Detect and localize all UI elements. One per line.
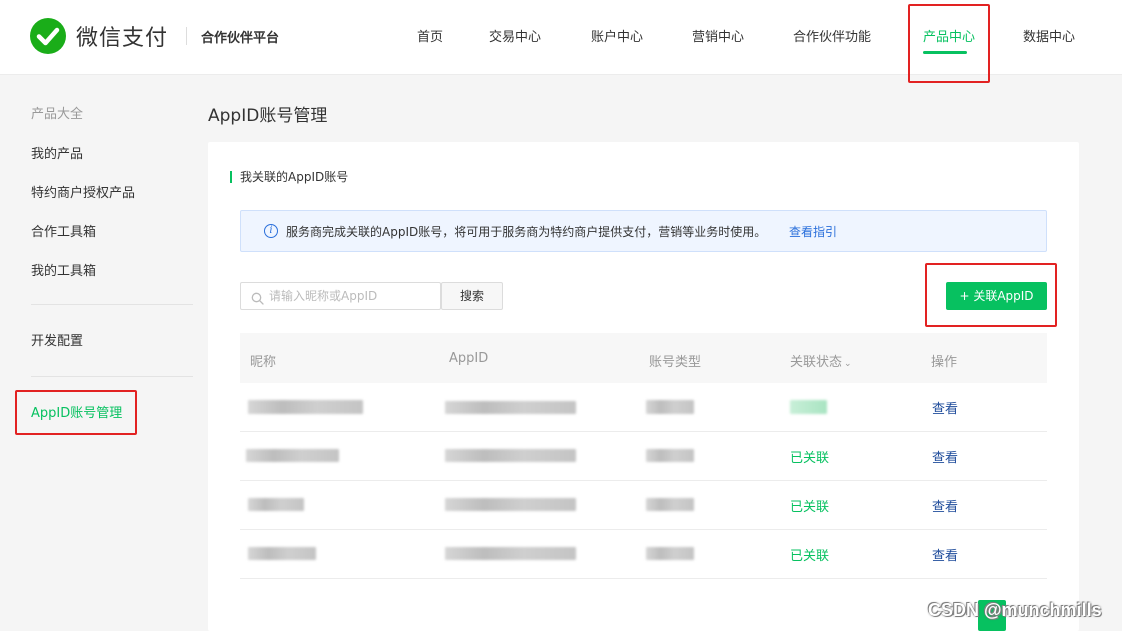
redacted-appid: [445, 401, 576, 414]
sidebar-item-my-products[interactable]: 我的产品: [31, 143, 83, 162]
column-header-appid: AppID: [449, 351, 489, 366]
logo-divider: [186, 27, 188, 45]
redacted-account-type: [646, 400, 694, 414]
redacted-appid: [445, 547, 576, 560]
column-header-account-type: 账号类型: [649, 355, 702, 370]
sidebar-group-title: 产品大全: [31, 107, 84, 122]
table-row: 已关联 查看: [240, 481, 1047, 530]
logo-text: 微信支付: [76, 26, 169, 51]
nav-data[interactable]: 数据中心: [1023, 26, 1075, 45]
redacted-status: [790, 400, 827, 414]
column-header-status[interactable]: 关联状态 ⌄: [790, 351, 852, 370]
column-header-action: 操作: [931, 355, 958, 370]
search-input[interactable]: [269, 284, 437, 308]
sidebar-item-my-toolbox[interactable]: 我的工具箱: [31, 260, 96, 279]
view-link[interactable]: 查看: [932, 545, 958, 564]
nav-transactions[interactable]: 交易中心: [489, 26, 541, 45]
highlight-box-sidebar: [15, 390, 137, 435]
redacted-nickname: [248, 547, 316, 560]
info-icon: i: [264, 224, 278, 238]
view-link[interactable]: 查看: [932, 496, 958, 515]
wechat-pay-logo-icon: [30, 18, 66, 54]
section-title: 我关联的AppID账号: [240, 170, 349, 184]
status-text: 已关联: [790, 549, 830, 564]
sidebar-divider: [31, 376, 193, 377]
redacted-account-type: [646, 547, 694, 560]
notice-text: 服务商完成关联的AppID账号，将可用于服务商为特约商户提供支付，营销等业务时使…: [286, 225, 767, 239]
redacted-account-type: [646, 498, 694, 511]
column-header-nickname: 昵称: [250, 355, 277, 370]
redacted-appid: [445, 498, 576, 511]
redacted-account-type: [646, 449, 694, 462]
nav-partner-functions[interactable]: 合作伙伴功能: [793, 26, 871, 45]
table-header: 昵称 AppID 账号类型 关联状态 ⌄ 操作: [240, 333, 1047, 383]
wechat-pay-logo[interactable]: 微信支付 合作伙伴平台: [30, 18, 279, 54]
highlight-box-nav: [908, 4, 990, 83]
search-field[interactable]: [240, 282, 441, 310]
sidebar-item-partner-toolbox[interactable]: 合作工具箱: [31, 221, 96, 240]
watermark: CSDN @munchmills: [928, 600, 1102, 620]
highlight-box-add-button: [925, 263, 1057, 327]
search-button[interactable]: 搜索: [441, 282, 503, 310]
view-guide-link[interactable]: 查看指引: [789, 223, 837, 240]
view-link[interactable]: 查看: [932, 447, 958, 466]
platform-label: 合作伙伴平台: [201, 30, 280, 46]
view-link[interactable]: 查看: [932, 398, 958, 417]
search-icon: [251, 290, 264, 309]
nav-home[interactable]: 首页: [417, 26, 443, 45]
sidebar-item-authorized-products[interactable]: 特约商户授权产品: [31, 182, 135, 201]
nav-marketing[interactable]: 营销中心: [692, 26, 744, 45]
status-text: 已关联: [790, 500, 830, 515]
info-notice: i 服务商完成关联的AppID账号，将可用于服务商为特约商户提供支付，营销等业务…: [240, 210, 1047, 252]
redacted-appid: [445, 449, 576, 462]
status-text: 已关联: [790, 451, 830, 466]
redacted-nickname: [248, 498, 304, 511]
redacted-nickname: [248, 400, 363, 414]
status-header-label: 关联状态: [790, 355, 843, 370]
table-row: 查看: [240, 383, 1047, 432]
redacted-nickname: [246, 449, 339, 462]
chevron-down-icon: ⌄: [844, 359, 852, 369]
sidebar-item-dev-config[interactable]: 开发配置: [31, 330, 83, 349]
table-row: 已关联 查看: [240, 432, 1047, 481]
page-title: AppID账号管理: [208, 106, 328, 126]
sidebar-divider: [31, 304, 193, 305]
table-row: 已关联 查看: [240, 530, 1047, 579]
section-marker: [230, 171, 232, 183]
nav-account[interactable]: 账户中心: [591, 26, 643, 45]
